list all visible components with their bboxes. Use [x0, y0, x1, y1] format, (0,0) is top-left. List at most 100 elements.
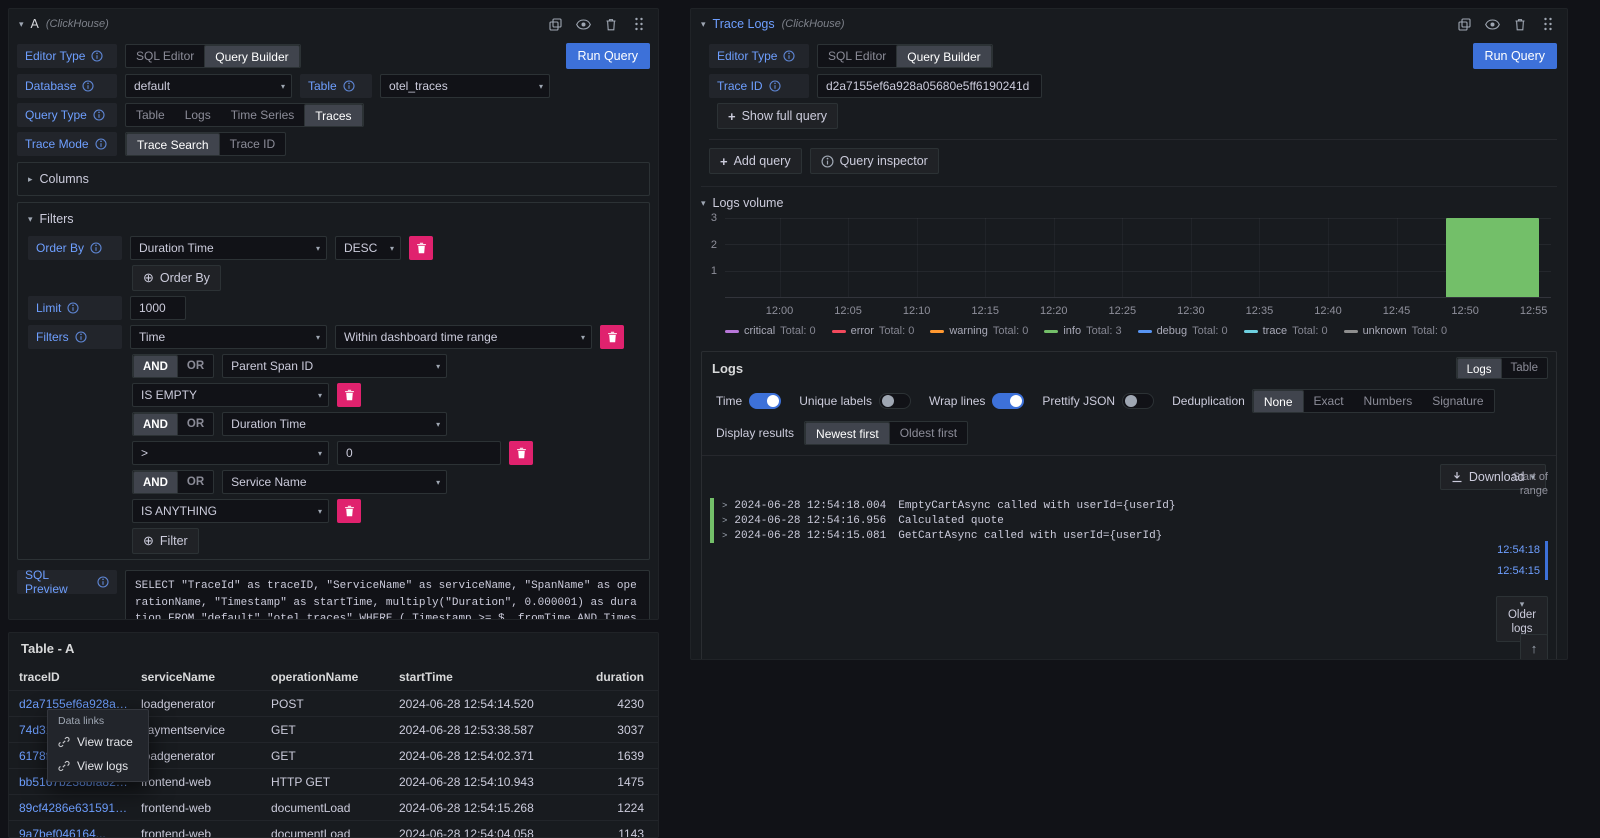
columns-section-header[interactable]: ▸ Columns [28, 168, 639, 190]
info-icon[interactable] [91, 50, 103, 62]
log-nav-timestamp[interactable]: 12:54:18 [1497, 544, 1540, 556]
log-row[interactable]: >2024-06-28 12:54:18.004EmptyCartAsync c… [710, 498, 1556, 513]
option-logs[interactable]: Logs [175, 104, 221, 126]
column-header-traceid[interactable]: traceID [19, 670, 141, 684]
unique-labels-toggle[interactable] [879, 393, 911, 409]
condition-operator-select[interactable]: IS EMPTY ▾ [132, 383, 329, 407]
query-inspector-button[interactable]: Query inspector [810, 148, 939, 174]
condition-operator-select[interactable]: > ▾ [132, 441, 329, 465]
legend-item-critical[interactable]: criticalTotal: 0 [725, 325, 816, 337]
log-row[interactable]: >2024-06-28 12:54:15.081GetCartAsync cal… [710, 528, 1556, 543]
legend-item-error[interactable]: errorTotal: 0 [832, 325, 915, 337]
option-table-view[interactable]: Table [1502, 358, 1548, 378]
option-newest-first[interactable]: Newest first [805, 422, 890, 445]
view-trace-menu-item[interactable]: View trace [48, 730, 148, 754]
option-query-builder[interactable]: Query Builder [896, 45, 991, 68]
option-time-series[interactable]: Time Series [221, 104, 305, 126]
info-icon[interactable] [75, 331, 87, 343]
column-header-duration[interactable]: duration [569, 670, 648, 684]
info-icon[interactable] [82, 80, 94, 92]
logs-volume-header[interactable]: ▾ Logs volume [701, 192, 1557, 214]
trash-icon[interactable] [602, 15, 620, 33]
bool-or[interactable]: OR [178, 413, 213, 435]
duplicate-icon[interactable] [1455, 15, 1473, 33]
view-logs-menu-item[interactable]: View logs [48, 754, 148, 778]
panel-title[interactable]: A [31, 17, 39, 31]
dedup-signature[interactable]: Signature [1422, 390, 1493, 412]
info-icon[interactable] [93, 109, 105, 121]
condition-field-select[interactable]: Duration Time ▾ [222, 412, 447, 436]
legend-item-warning[interactable]: warningTotal: 0 [930, 325, 1028, 337]
condition-value-input[interactable] [337, 441, 501, 465]
prettify-json-toggle[interactable] [1122, 393, 1154, 409]
time-filter-value-select[interactable]: Within dashboard time range ▾ [335, 325, 592, 349]
scroll-to-top-button[interactable]: ↑ [1520, 634, 1548, 660]
bool-and[interactable]: AND [133, 471, 178, 494]
option-sql-editor[interactable]: SQL Editor [126, 45, 204, 67]
dedup-exact[interactable]: Exact [1304, 390, 1354, 412]
option-trace-id[interactable]: Trace ID [220, 133, 286, 155]
info-icon[interactable] [97, 576, 109, 588]
column-header-starttime[interactable]: startTime [399, 670, 569, 684]
log-row[interactable]: >2024-06-28 12:54:16.956Calculated quote [710, 513, 1556, 528]
dedup-numbers[interactable]: Numbers [1354, 390, 1423, 412]
info-icon[interactable] [783, 50, 795, 62]
eye-icon[interactable] [1483, 15, 1501, 33]
chevron-down-icon[interactable]: ▾ [19, 20, 24, 29]
chevron-down-icon[interactable]: ▾ [701, 20, 706, 29]
remove-condition-button[interactable] [337, 499, 361, 523]
eye-icon[interactable] [574, 15, 592, 33]
log-nav-timestamp[interactable]: 12:54:15 [1497, 565, 1540, 577]
option-trace-search[interactable]: Trace Search [126, 133, 220, 156]
option-table[interactable]: Table [126, 104, 175, 126]
expand-log-icon[interactable]: > [722, 516, 727, 526]
info-icon[interactable] [769, 80, 781, 92]
panel-title[interactable]: Trace Logs [713, 17, 775, 31]
trace-id-link[interactable]: 89cf4286e631591b4... [19, 801, 141, 815]
option-traces[interactable]: Traces [304, 104, 362, 127]
remove-order-by-button[interactable] [409, 236, 433, 260]
order-by-field-select[interactable]: Duration Time ▾ [130, 236, 327, 260]
condition-operator-select[interactable]: IS ANYTHING ▾ [132, 499, 329, 523]
drag-handle-icon[interactable] [630, 15, 648, 33]
legend-item-info[interactable]: infoTotal: 3 [1044, 325, 1121, 337]
table-select[interactable]: otel_traces ▾ [380, 74, 550, 98]
trace-id-link[interactable]: 9a7bef046164... [19, 827, 141, 838]
condition-field-select[interactable]: Service Name ▾ [222, 470, 447, 494]
info-icon[interactable] [95, 138, 107, 150]
filters-section-header[interactable]: ▾ Filters [28, 208, 639, 230]
info-icon[interactable] [67, 302, 79, 314]
add-order-by-button[interactable]: ⊕ Order By [132, 265, 221, 291]
drag-handle-icon[interactable] [1539, 15, 1557, 33]
bool-and[interactable]: AND [133, 413, 178, 436]
trash-icon[interactable] [1511, 15, 1529, 33]
run-query-button[interactable]: Run Query [1473, 43, 1557, 69]
condition-field-select[interactable]: Parent Span ID ▾ [222, 354, 447, 378]
trace-id-input[interactable] [817, 74, 1042, 98]
remove-condition-button[interactable] [509, 441, 533, 465]
expand-log-icon[interactable]: > [722, 531, 727, 541]
option-sql-editor[interactable]: SQL Editor [818, 45, 896, 67]
option-query-builder[interactable]: Query Builder [204, 45, 299, 68]
legend-item-debug[interactable]: debugTotal: 0 [1138, 325, 1228, 337]
column-header-operationname[interactable]: operationName [271, 670, 399, 684]
limit-input[interactable] [130, 296, 186, 320]
legend-item-unknown[interactable]: unknownTotal: 0 [1344, 325, 1448, 337]
remove-filter-button[interactable] [600, 325, 624, 349]
info-icon[interactable] [343, 80, 355, 92]
time-filter-field-select[interactable]: Time ▾ [130, 325, 327, 349]
bool-or[interactable]: OR [178, 355, 213, 377]
add-query-button[interactable]: + Add query [709, 148, 802, 174]
option-logs-view[interactable]: Logs [1457, 358, 1502, 379]
show-full-query-button[interactable]: + Show full query [717, 103, 838, 129]
duplicate-icon[interactable] [546, 15, 564, 33]
run-query-button[interactable]: Run Query [566, 43, 650, 69]
dedup-none[interactable]: None [1253, 390, 1304, 413]
legend-item-trace[interactable]: traceTotal: 0 [1244, 325, 1328, 337]
order-by-direction-select[interactable]: DESC ▾ [335, 236, 401, 260]
bool-and[interactable]: AND [133, 355, 178, 378]
wrap-lines-toggle[interactable] [992, 393, 1024, 409]
database-select[interactable]: default ▾ [125, 74, 292, 98]
expand-log-icon[interactable]: > [722, 501, 727, 511]
bool-or[interactable]: OR [178, 471, 213, 493]
